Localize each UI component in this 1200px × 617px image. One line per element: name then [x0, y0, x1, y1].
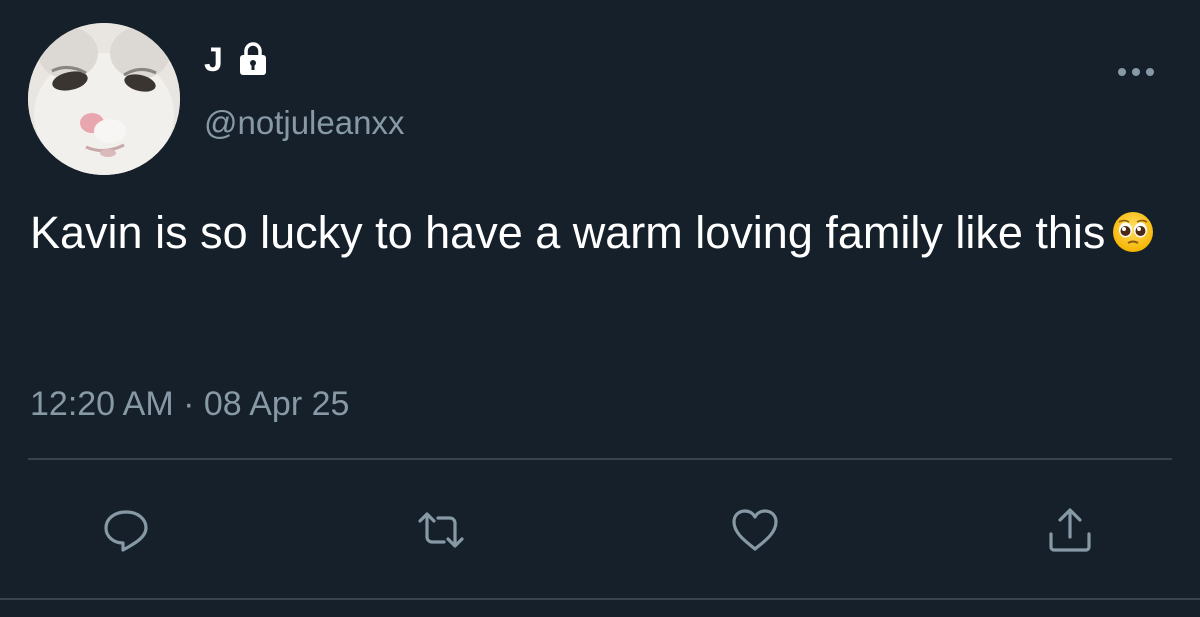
- reply-button[interactable]: [96, 500, 156, 560]
- cat-avatar-image: [28, 23, 180, 175]
- like-icon: [732, 509, 778, 551]
- avatar[interactable]: [28, 23, 180, 175]
- share-button[interactable]: [1040, 500, 1100, 560]
- divider: [0, 598, 1200, 600]
- handle[interactable]: @notjuleanxx: [204, 103, 404, 143]
- timestamp[interactable]: 12:20 AM · 08 Apr 25: [30, 382, 349, 426]
- retweet-button[interactable]: [411, 500, 471, 560]
- tweet-card: J @notjuleanxx Kavin is so lucky to have…: [0, 0, 1200, 617]
- pleading-face-emoji: [1113, 212, 1154, 252]
- tweet-text: Kavin is so lucky to have a warm loving …: [30, 200, 1170, 266]
- display-name[interactable]: J: [204, 40, 223, 80]
- reply-icon: [104, 510, 148, 552]
- tweet-text-content: Kavin is so lucky to have a warm loving …: [30, 207, 1106, 258]
- lock-icon: [240, 42, 266, 75]
- share-icon: [1049, 508, 1091, 552]
- divider: [28, 458, 1172, 460]
- like-button[interactable]: [725, 500, 785, 560]
- more-options-icon[interactable]: [1114, 62, 1162, 82]
- retweet-icon: [418, 512, 464, 548]
